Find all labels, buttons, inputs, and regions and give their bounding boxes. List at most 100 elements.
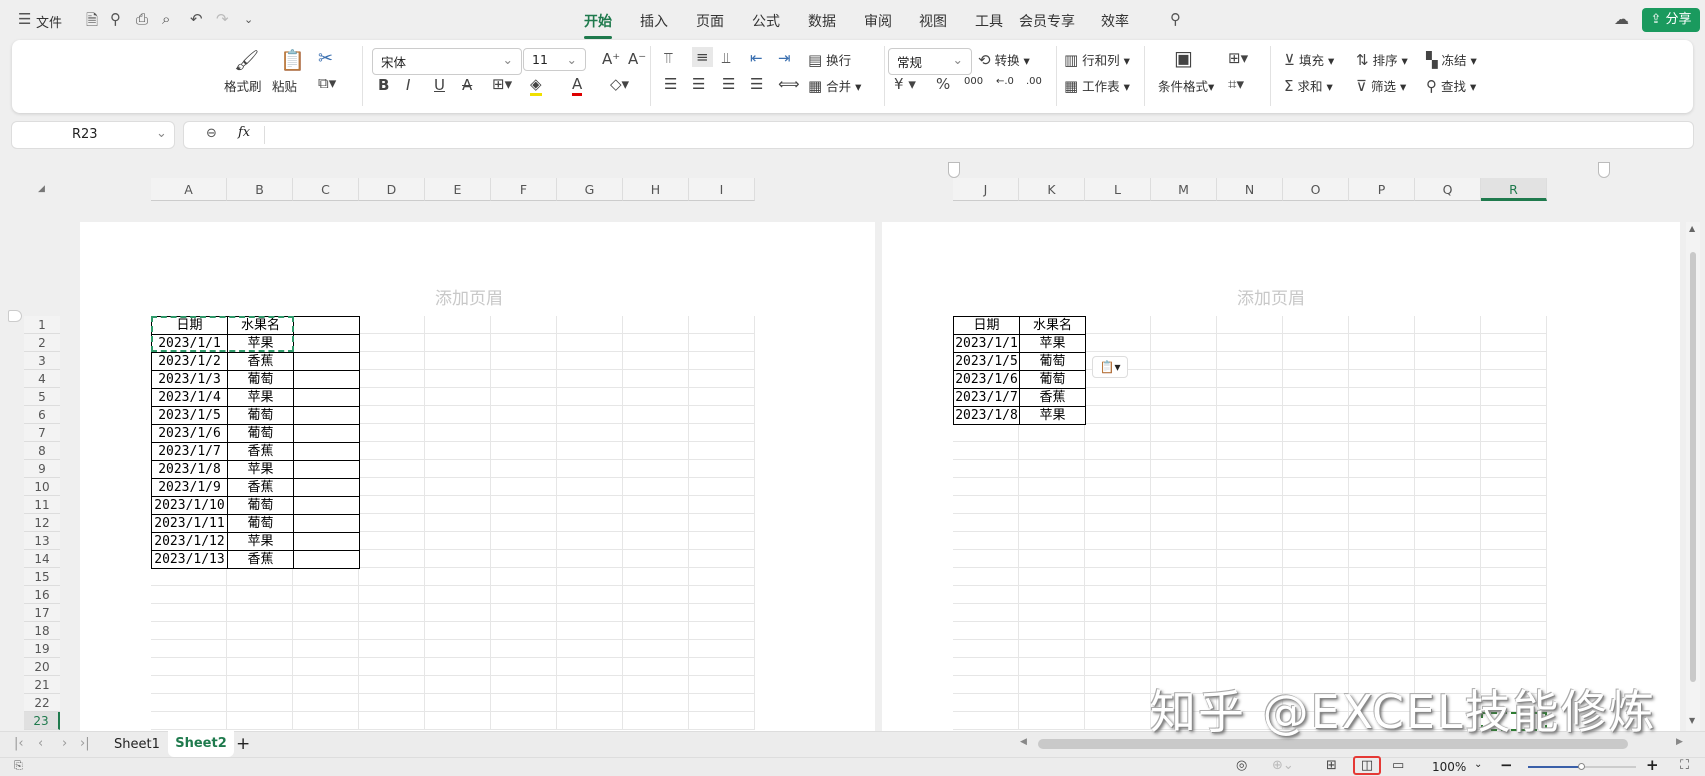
cell[interactable]	[425, 424, 491, 442]
cell[interactable]	[1151, 658, 1217, 676]
cell[interactable]	[491, 334, 557, 352]
row-header-19[interactable]: 19	[24, 640, 60, 658]
cell[interactable]	[425, 352, 491, 370]
tab-5[interactable]: 审阅	[864, 11, 892, 31]
cell[interactable]	[151, 694, 227, 712]
formula-input[interactable]: ⊖ fx	[184, 122, 1693, 148]
cell[interactable]	[491, 514, 557, 532]
cell[interactable]	[359, 370, 425, 388]
cell[interactable]	[425, 622, 491, 640]
cell[interactable]	[359, 640, 425, 658]
cell[interactable]	[1085, 478, 1151, 496]
cell[interactable]	[689, 424, 755, 442]
cell[interactable]	[689, 586, 755, 604]
column-header-F[interactable]: F	[491, 178, 557, 201]
cell[interactable]	[425, 640, 491, 658]
cell[interactable]	[623, 622, 689, 640]
bold-button[interactable]: B	[378, 76, 389, 94]
cell[interactable]	[1349, 658, 1415, 676]
cell[interactable]	[359, 478, 425, 496]
cell[interactable]: 2023/1/7	[953, 388, 1020, 407]
cell[interactable]	[953, 568, 1019, 586]
cell[interactable]: 2023/1/1	[953, 334, 1020, 353]
cell[interactable]	[557, 550, 623, 568]
cell[interactable]	[1283, 406, 1349, 424]
zoom-level[interactable]: 100%	[1432, 760, 1466, 774]
cell[interactable]	[227, 658, 293, 676]
print-preview-icon[interactable]: ⌕	[162, 10, 170, 28]
cell[interactable]	[1019, 496, 1085, 514]
cell[interactable]	[1283, 532, 1349, 550]
cell[interactable]	[623, 406, 689, 424]
cell[interactable]	[953, 514, 1019, 532]
cell[interactable]: 水果名	[1019, 316, 1086, 335]
cell[interactable]	[425, 604, 491, 622]
search-icon[interactable]: ⚲	[1170, 10, 1181, 28]
cell[interactable]	[293, 694, 359, 712]
column-header-I[interactable]: I	[689, 178, 755, 201]
cell[interactable]	[1019, 658, 1085, 676]
cell[interactable]	[1019, 676, 1085, 694]
eye-protection-icon[interactable]: ◎	[1236, 758, 1247, 773]
tab-0[interactable]: 开始	[584, 11, 612, 39]
column-header-J[interactable]: J	[953, 178, 1019, 201]
cell[interactable]	[1217, 388, 1283, 406]
cell[interactable]	[1481, 658, 1547, 676]
column-header-M[interactable]: M	[1151, 178, 1217, 201]
sheet-tab-sheet2[interactable]: Sheet2	[168, 731, 234, 757]
cell[interactable]	[1151, 586, 1217, 604]
cell[interactable]	[689, 712, 755, 730]
tab-9[interactable]: 效率	[1101, 11, 1129, 31]
cell[interactable]	[689, 334, 755, 352]
percent-button[interactable]: %	[936, 75, 950, 93]
cell[interactable]	[1283, 586, 1349, 604]
cell[interactable]	[1217, 424, 1283, 442]
cell[interactable]	[1151, 514, 1217, 532]
cell[interactable]	[1085, 712, 1151, 730]
cell[interactable]	[1217, 406, 1283, 424]
cell[interactable]	[953, 658, 1019, 676]
page-break-view-icon[interactable]: ▭	[1392, 758, 1404, 773]
cell[interactable]	[557, 640, 623, 658]
cell[interactable]	[1217, 658, 1283, 676]
cell[interactable]	[557, 658, 623, 676]
cell[interactable]	[623, 658, 689, 676]
cell[interactable]	[227, 622, 293, 640]
cell[interactable]: 2023/1/5	[151, 406, 228, 425]
cell[interactable]	[1151, 334, 1217, 352]
cell[interactable]	[1415, 586, 1481, 604]
cell[interactable]	[953, 622, 1019, 640]
cell[interactable]	[689, 496, 755, 514]
cell[interactable]	[1481, 388, 1547, 406]
cell[interactable]	[1085, 694, 1151, 712]
cell[interactable]	[557, 460, 623, 478]
cell[interactable]	[1151, 442, 1217, 460]
cell[interactable]: 葡萄	[227, 424, 294, 443]
cell[interactable]: 2023/1/6	[151, 424, 228, 443]
cell[interactable]	[1217, 550, 1283, 568]
cell[interactable]	[359, 604, 425, 622]
cell[interactable]	[425, 694, 491, 712]
cell[interactable]	[953, 496, 1019, 514]
scroll-right-icon[interactable]: ▶	[1676, 737, 1683, 747]
cell[interactable]	[623, 388, 689, 406]
cell[interactable]	[689, 370, 755, 388]
cell[interactable]	[1481, 622, 1547, 640]
cell[interactable]	[425, 514, 491, 532]
cell[interactable]	[359, 442, 425, 460]
cell[interactable]	[623, 352, 689, 370]
tab-8[interactable]: 会员专享	[1019, 11, 1075, 31]
cell[interactable]	[1283, 640, 1349, 658]
underline-button[interactable]: U	[434, 76, 445, 94]
cell[interactable]	[1151, 568, 1217, 586]
cell[interactable]	[1085, 640, 1151, 658]
cell[interactable]	[623, 316, 689, 334]
cell[interactable]	[359, 694, 425, 712]
eraser-icon[interactable]: ◇▾	[610, 75, 629, 93]
fx-icon[interactable]: fx	[238, 125, 250, 140]
column-header-E[interactable]: E	[425, 178, 491, 201]
cell[interactable]	[1085, 460, 1151, 478]
zoom-slider[interactable]	[1528, 763, 1636, 770]
cell[interactable]	[359, 496, 425, 514]
row-header-14[interactable]: 14	[24, 550, 60, 568]
